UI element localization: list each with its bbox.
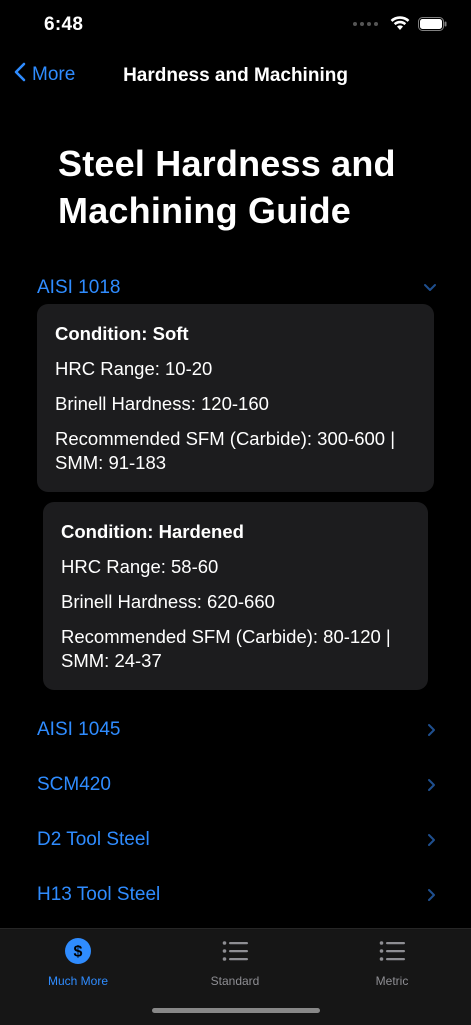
tab-label: Standard: [210, 974, 260, 988]
tab-metric[interactable]: Metric: [332, 937, 452, 988]
navigation-bar: More Hardness and Machining: [0, 52, 471, 100]
condition-card-soft: Condition: Soft HRC Range: 10-20 Brinell…: [37, 304, 434, 492]
home-indicator[interactable]: [152, 1008, 320, 1013]
tab-standard[interactable]: Standard: [175, 937, 295, 988]
list-icon: [378, 937, 406, 970]
chevron-down-icon: [423, 283, 437, 293]
chevron-right-icon: [427, 833, 437, 847]
tab-label: Much More: [47, 974, 109, 988]
tab-label: Metric: [375, 974, 409, 988]
wifi-icon: [390, 16, 410, 31]
svg-text:$: $: [74, 944, 83, 961]
section-row-aisi-1045[interactable]: AISI 1045: [37, 714, 437, 746]
brinell-hardness: Brinell Hardness: 620-660: [61, 591, 275, 612]
hrc-range: HRC Range: 10-20: [55, 358, 213, 379]
section-row-scm420[interactable]: SCM420: [37, 769, 437, 801]
condition-card-hardened: Condition: Hardened HRC Range: 58-60 Bri…: [43, 502, 428, 690]
section-row-h13-tool-steel[interactable]: H13 Tool Steel: [37, 879, 437, 911]
brinell-hardness: Brinell Hardness: 120-160: [55, 393, 269, 414]
chevron-right-icon: [427, 723, 437, 737]
section-label: H13 Tool Steel: [37, 884, 161, 905]
dollar-circle-icon: $: [64, 937, 92, 970]
section-label: D2 Tool Steel: [37, 829, 150, 850]
battery-icon: [418, 16, 447, 31]
recommended-sfm: Recommended SFM (Carbide): 80-120 |: [61, 626, 391, 647]
status-bar: 6:48: [0, 0, 471, 52]
section-row-d2-tool-steel[interactable]: D2 Tool Steel: [37, 824, 437, 856]
list-icon: [221, 937, 249, 970]
status-icons: [353, 16, 447, 31]
section-row-aisi-1018[interactable]: AISI 1018: [37, 272, 437, 304]
section-label: AISI 1018: [37, 277, 121, 298]
smm-value: SMM: 24-37: [61, 650, 162, 671]
section-label: AISI 1045: [37, 719, 121, 740]
cellular-signal-icon: [353, 21, 378, 26]
chevron-right-icon: [427, 888, 437, 902]
section-label: SCM420: [37, 774, 111, 795]
nav-title: Hardness and Machining: [123, 65, 348, 86]
chevron-right-icon: [427, 778, 437, 792]
tab-much-more[interactable]: $ Much More: [18, 937, 138, 988]
condition-heading: Condition: Soft: [55, 323, 189, 344]
status-time: 6:48: [44, 14, 84, 35]
recommended-sfm: Recommended SFM (Carbide): 300-600 |: [55, 428, 396, 449]
condition-heading: Condition: Hardened: [61, 521, 244, 542]
page-title: Steel Hardness and Machining Guide: [58, 143, 396, 231]
hrc-range: HRC Range: 58-60: [61, 556, 219, 577]
smm-value: SMM: 91-183: [55, 452, 167, 473]
